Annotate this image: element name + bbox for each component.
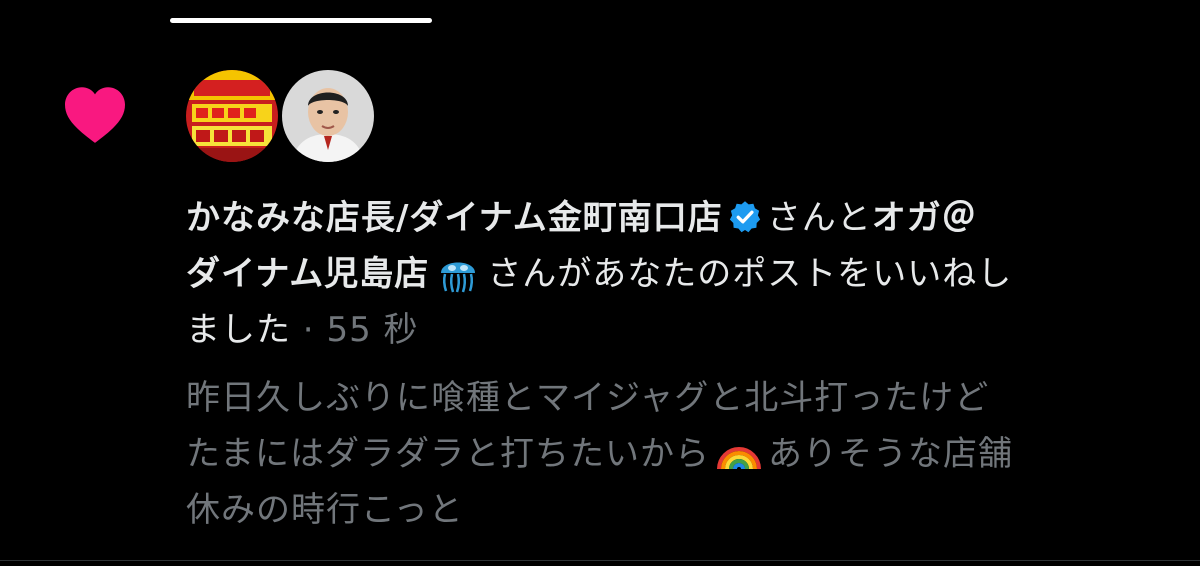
- post-line-3: 休みの時行こっと: [186, 490, 464, 530]
- post-line-2: たまにはダラダラと打ちたいから ありそうな店舗: [186, 426, 1176, 482]
- like-notification[interactable]: かなみな店長/ダイナム金町南口店 さんとオガ＠ ダイナム児島店 さんがあなたのポス…: [0, 0, 1200, 566]
- user2-name-part1[interactable]: オガ＠: [872, 198, 977, 238]
- post-line-1: 昨日久しぶりに喰種とマイジャグと北斗打ったけど: [186, 378, 990, 418]
- post-preview[interactable]: 昨日久しぶりに喰種とマイジャグと北斗打ったけど たまにはダラダラと打ちたいから …: [186, 370, 1176, 538]
- verified-badge-icon: [729, 201, 760, 233]
- heart-icon: [65, 87, 125, 143]
- user2-name-part2[interactable]: ダイナム児島店: [186, 254, 429, 294]
- meta-separator: ·: [291, 310, 327, 350]
- post-line-2-part1: たまにはダラダラと打ちたいから: [186, 434, 710, 474]
- post-line-2-part2: ありそうな店舗: [767, 434, 1013, 474]
- divider: [0, 560, 1200, 561]
- user1-name[interactable]: かなみな店長/ダイナム金町南口店: [186, 198, 723, 238]
- jellyfish-emoji-icon: [441, 262, 476, 293]
- timestamp: 55 秒: [326, 310, 419, 350]
- person-avatar[interactable]: [282, 70, 374, 162]
- liker-avatars: [186, 70, 374, 162]
- rainbow-emoji-icon: [716, 447, 761, 470]
- store-logo-avatar[interactable]: [186, 70, 278, 162]
- action-text-part2: ました: [186, 310, 291, 350]
- action-text-part1: さんがあなたのポストをいいねし: [487, 254, 1013, 294]
- connector-text: さんと: [766, 198, 872, 238]
- notification-headline: かなみな店長/ダイナム金町南口店 さんとオガ＠ ダイナム児島店 さんがあなたのポス…: [186, 190, 1176, 358]
